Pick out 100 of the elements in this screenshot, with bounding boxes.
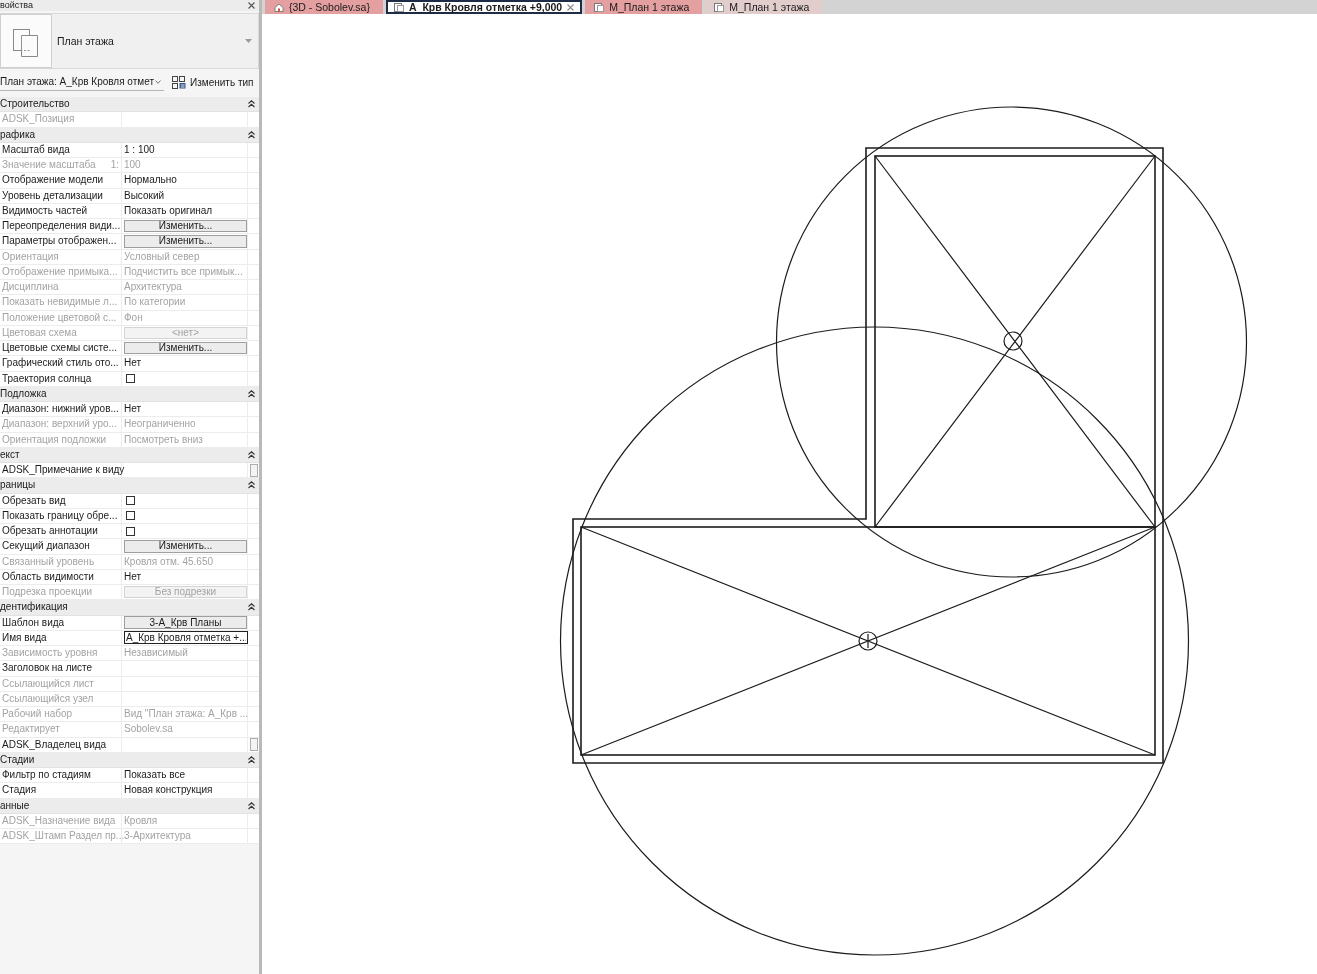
property-value: Нормально xyxy=(124,173,177,188)
property-value: Нет xyxy=(124,402,142,417)
property-label: ADSK_Штамп Раздел пр... xyxy=(2,829,125,844)
property-label: Показать границу обре... xyxy=(2,508,118,523)
property-label: Графический стиль ото... xyxy=(2,356,119,371)
property-value: Показать оригинал xyxy=(124,203,213,218)
property-value: Подчистить все примык... xyxy=(124,264,243,279)
property-value: Посмотреть вниз xyxy=(124,432,203,447)
collapse-icon[interactable] xyxy=(248,389,255,398)
property-label: Обрезать аннотации xyxy=(2,524,98,539)
group-header[interactable]: дентификация xyxy=(0,600,259,616)
property-label: Зависимость уровня xyxy=(2,646,98,661)
instance-dropdown[interactable]: План этажа: А_Крв Кровля отмет xyxy=(0,73,164,91)
checkbox[interactable] xyxy=(126,496,135,506)
edit-type-button[interactable]: Изменить тип xyxy=(170,74,256,90)
name-field[interactable]: А_Крв Кровля отметка +... xyxy=(124,631,248,645)
property-value: Независимый xyxy=(124,646,188,661)
property-button[interactable]: 3-А_Крв Планы xyxy=(124,616,247,629)
property-value: Вид "План этажа: А_Крв ... xyxy=(124,707,249,722)
property-label: ADSK_Позиция xyxy=(2,112,75,127)
property-label: Обрезать вид xyxy=(2,493,66,508)
edit-type-icon xyxy=(172,75,186,89)
property-label: Ориентация xyxy=(2,249,59,264)
group-title: Стадии xyxy=(0,752,35,767)
edit-handle-icon[interactable] xyxy=(250,738,258,752)
scale-prefix: 1: xyxy=(110,158,119,173)
property-label: Параметры отображен... xyxy=(2,234,117,249)
collapse-icon[interactable] xyxy=(248,100,255,109)
property-label: ADSK_Владелец вида xyxy=(2,737,107,752)
group-header[interactable]: Строительство xyxy=(0,97,259,113)
collapse-icon[interactable] xyxy=(248,481,255,490)
view-tab[interactable]: М_План 1 этажа xyxy=(705,0,823,14)
property-value: Кровля xyxy=(124,813,158,828)
dropdown-caret-icon xyxy=(155,79,161,84)
edit-handle-icon[interactable] xyxy=(250,463,258,477)
property-value: Фон xyxy=(124,310,143,325)
checkbox[interactable] xyxy=(126,374,135,384)
center-marker xyxy=(1003,331,1023,351)
property-value: 100 xyxy=(124,158,141,173)
view-tab[interactable]: А_Крв Кровля отметка +9,000 xyxy=(385,0,583,14)
property-value: Высокий xyxy=(124,188,165,203)
view-tab[interactable]: М_План 1 этажа xyxy=(585,0,703,14)
view-tab[interactable]: {3D - Sobolev.sa} xyxy=(265,0,383,14)
property-value: Новая конструкция xyxy=(124,783,213,798)
property-button[interactable]: Изменить... xyxy=(124,540,247,553)
group-title: анные xyxy=(0,798,30,813)
property-label: Диапазон: нижний уров... xyxy=(2,402,119,417)
sheet-icon xyxy=(714,2,725,12)
property-label: Стадия xyxy=(2,783,37,798)
property-label: Диапазон: верхний уро... xyxy=(2,417,117,432)
property-label: Уровень детализации xyxy=(2,188,103,203)
collapse-icon[interactable] xyxy=(248,603,255,612)
property-value: Sobolev.sa xyxy=(124,722,173,737)
group-title: Подложка xyxy=(0,386,47,401)
property-value: 1 : 100 xyxy=(124,142,155,157)
collapse-icon[interactable] xyxy=(248,755,255,764)
property-value: По категории xyxy=(124,295,186,310)
property-label: Ссылающийся узел xyxy=(2,691,94,706)
center-marker xyxy=(858,631,878,651)
close-icon[interactable] xyxy=(248,2,255,9)
sheet-icon xyxy=(594,2,605,12)
sheet-icon xyxy=(393,2,404,12)
property-button[interactable]: Изменить... xyxy=(124,219,247,233)
property-label: Заголовок на листе xyxy=(2,661,93,676)
property-label: Цветовая схема xyxy=(2,325,77,340)
checkbox[interactable] xyxy=(126,511,135,521)
house-icon xyxy=(274,2,284,12)
group-title: раницы xyxy=(0,478,36,493)
property-label: Отображение примыка... xyxy=(2,264,118,279)
checkbox[interactable] xyxy=(126,526,135,536)
group-title: Строительство xyxy=(0,97,70,112)
property-label: Видимость частей xyxy=(2,203,88,218)
property-label: Подрезка проекции xyxy=(2,585,93,600)
type-selector[interactable]: План этажа xyxy=(0,13,259,69)
close-icon[interactable] xyxy=(567,3,575,11)
property-label: Отображение модели xyxy=(2,173,104,188)
property-label: Редактирует xyxy=(2,722,60,737)
property-button[interactable]: Изменить... xyxy=(124,235,247,248)
property-value: Неограниченно xyxy=(124,417,196,432)
property-label: Область видимости xyxy=(2,569,94,584)
property-label: Имя вида xyxy=(2,630,47,645)
group-header[interactable]: раницы xyxy=(0,478,259,494)
collapse-icon[interactable] xyxy=(248,801,255,810)
group-title: дентификация xyxy=(0,600,68,615)
collapse-icon[interactable] xyxy=(248,130,255,139)
property-button[interactable]: Изменить... xyxy=(124,341,247,355)
property-label: Ссылающийся лист xyxy=(2,676,94,691)
property-label: Связанный уровень xyxy=(2,554,95,569)
panel-title: войства xyxy=(0,0,34,11)
property-label: Положение цветовой с... xyxy=(2,310,117,325)
property-label: ADSK_Назначение вида xyxy=(2,813,116,828)
property-label: Фильтр по стадиям xyxy=(2,768,91,783)
collapse-icon[interactable] xyxy=(248,450,255,459)
property-value: Кровля отм. 45.650 xyxy=(124,554,213,569)
property-label: Секущий диапазон xyxy=(2,539,90,554)
property-value: Нет xyxy=(124,569,142,584)
property-label: Цветовые схемы систе... xyxy=(2,341,117,356)
group-title: рафика xyxy=(0,127,36,142)
property-label: Дисциплина xyxy=(2,280,59,295)
property-label: Значение масштаба xyxy=(2,158,96,173)
